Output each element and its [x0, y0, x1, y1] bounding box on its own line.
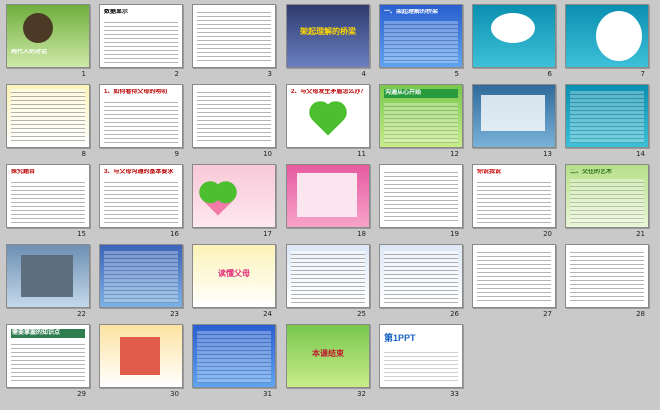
slide-number: 25: [357, 310, 366, 318]
slide-title: 二、交往的艺术: [570, 169, 613, 175]
slide-thumbnail-27[interactable]: 27: [472, 244, 556, 323]
slide-thumbnail-3[interactable]: 3: [192, 4, 276, 83]
slide-thumbnail-12[interactable]: 沟通从心开始 12: [379, 84, 463, 163]
slide-thumbnail-28[interactable]: 28: [565, 244, 649, 323]
slide-thumbnail-1[interactable]: 两代人的对话 1: [6, 4, 90, 83]
heart-icon: [312, 104, 344, 136]
thought-bubble: [596, 11, 642, 61]
slide-thumbnail-13[interactable]: 13: [472, 84, 556, 163]
slide-thumbnail-7[interactable]: 7: [565, 4, 649, 83]
heart-icon: [202, 184, 234, 216]
slide-number: 12: [450, 150, 459, 158]
slide-title: 你说我说: [477, 169, 502, 175]
slide-number: 19: [450, 230, 459, 238]
slide-thumbnail-24[interactable]: 读懂父母 24: [192, 244, 276, 323]
slide-number: 11: [357, 150, 366, 158]
slide-thumbnail-11[interactable]: 2、与父母发生矛盾怎么办？ 11: [286, 84, 370, 163]
slide-number: 21: [636, 230, 645, 238]
slide-number: 30: [170, 390, 179, 398]
slide-number: 8: [81, 150, 86, 158]
slide-thumbnail-2[interactable]: 数据显示 2: [99, 4, 183, 83]
slide-title: 1、如何看待父母的唠叨: [104, 89, 168, 95]
slide-number: 5: [454, 70, 459, 78]
slide-thumbnail-29[interactable]: 需要掌握的知识点 29: [6, 324, 90, 403]
slide-number: 3: [267, 70, 272, 78]
slide-thumbnail-21[interactable]: 二、交往的艺术 21: [565, 164, 649, 243]
slide-number: 28: [636, 310, 645, 318]
slide-number: 4: [361, 70, 366, 78]
slide-thumbnail-22[interactable]: 22: [6, 244, 90, 323]
slide-title: 需要掌握的知识点: [11, 329, 85, 338]
slide-thumbnail-23[interactable]: 23: [99, 244, 183, 323]
slide-thumbnail-31[interactable]: 31: [192, 324, 276, 403]
slide-title: 本课结束: [312, 349, 344, 358]
slide-number: 22: [77, 310, 86, 318]
slide-number: 17: [263, 230, 272, 238]
text-panel: [297, 173, 357, 217]
slide-thumbnail-10[interactable]: 10: [192, 84, 276, 163]
slide-thumbnail-26[interactable]: 26: [379, 244, 463, 323]
slide-thumbnail-4[interactable]: 架起理解的桥梁 4: [286, 4, 370, 83]
slide-number: 2: [174, 70, 179, 78]
slide-number: 20: [543, 230, 552, 238]
slide-thumbnail-9[interactable]: 1、如何看待父母的唠叨 9: [99, 84, 183, 163]
slide-thumbnail-6[interactable]: 6: [472, 4, 556, 83]
slide-number: 14: [636, 150, 645, 158]
slide-title: 第1PPT: [384, 333, 416, 343]
slide-number: 26: [450, 310, 459, 318]
slide-thumbnail-15[interactable]: 探究题目 15: [6, 164, 90, 243]
slide-thumbnail-14[interactable]: 14: [565, 84, 649, 163]
slide-number: 13: [543, 150, 552, 158]
slide-thumbnail-17[interactable]: 17: [192, 164, 276, 243]
slide-number: 15: [77, 230, 86, 238]
slide-number: 7: [640, 70, 645, 78]
slide-thumbnail-20[interactable]: 你说我说 20: [472, 164, 556, 243]
slide-sorter-grid: 两代人的对话 1 数据显示 2 3 架起理解的桥梁 4 一、架起理解的桥梁 5 …: [6, 4, 658, 408]
thought-bubble: [491, 13, 535, 43]
slide-number: 1: [81, 70, 86, 78]
slide-thumbnail-19[interactable]: 19: [379, 164, 463, 243]
slide-title: 沟通从心开始: [384, 89, 458, 98]
slide-title: 3、与父母沟通的基本要求: [104, 169, 174, 175]
slide-thumbnail-25[interactable]: 25: [286, 244, 370, 323]
slide-thumbnail-8[interactable]: 8: [6, 84, 90, 163]
slide-number: 32: [357, 390, 366, 398]
slide-title: 探究题目: [11, 169, 36, 175]
slide-number: 6: [547, 70, 552, 78]
slide-number: 24: [263, 310, 272, 318]
slide-number: 9: [174, 150, 179, 158]
slide-thumbnail-30[interactable]: 30: [99, 324, 183, 403]
slide-title: 两代人的对话: [11, 49, 48, 55]
slide-number: 31: [263, 390, 272, 398]
slide-thumbnail-16[interactable]: 3、与父母沟通的基本要求 16: [99, 164, 183, 243]
slide-title: 架起理解的桥梁: [300, 27, 356, 36]
slide-title: 2、与父母发生矛盾怎么办？: [291, 89, 365, 95]
slide-number: 29: [77, 390, 86, 398]
slide-title: 数据显示: [104, 9, 129, 15]
slide-thumbnail-5[interactable]: 一、架起理解的桥梁 5: [379, 4, 463, 83]
photo: [21, 255, 73, 297]
cartoon-image: [120, 337, 160, 375]
slide-title: 读懂父母: [218, 269, 250, 278]
slide-thumbnail-18[interactable]: 18: [286, 164, 370, 243]
bird-image: [23, 13, 53, 43]
slide-number: 10: [263, 150, 272, 158]
slide-number: 23: [170, 310, 179, 318]
slide-number: 33: [450, 390, 459, 398]
diagram-box: [481, 95, 545, 131]
slide-number: 27: [543, 310, 552, 318]
slide-number: 18: [357, 230, 366, 238]
slide-thumbnail-33[interactable]: 第1PPT 33: [379, 324, 463, 403]
slide-number: 16: [170, 230, 179, 238]
slide-thumbnail-32[interactable]: 本课结束 32: [286, 324, 370, 403]
slide-title: 一、架起理解的桥梁: [384, 9, 439, 15]
